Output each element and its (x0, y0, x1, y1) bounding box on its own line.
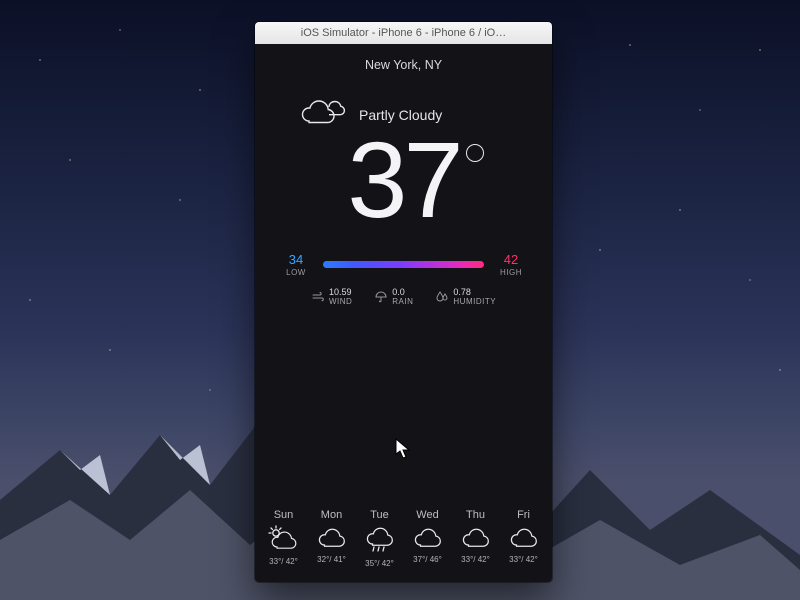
forecast-day[interactable]: Mon 32°/ 41° (311, 509, 353, 568)
cloud-icon (311, 525, 353, 549)
rain-icon (359, 525, 401, 553)
forecast-day-range: 35°/ 42° (359, 559, 401, 568)
forecast-row[interactable]: Sun 33°/ 42° Mon 32°/ 41° Tue 35°/ 42° Wed 37°/… (255, 509, 552, 568)
high-label: HIGH (494, 268, 528, 277)
cloud-icon (503, 525, 545, 549)
rain-value: 0.0 (392, 287, 405, 297)
rain-label: RAIN (392, 297, 413, 306)
forecast-day-range: 32°/ 41° (311, 555, 353, 564)
window-title: iOS Simulator - iPhone 6 - iPhone 6 / iO… (301, 27, 506, 39)
humidity-value: 0.78 (453, 287, 471, 297)
forecast-day-name: Mon (311, 509, 353, 521)
forecast-day-range: 33°/ 42° (503, 555, 545, 564)
range-high: 42 HIGH (494, 252, 528, 277)
umbrella-icon (374, 290, 388, 304)
forecast-day[interactable]: Thu 33°/ 42° (455, 509, 497, 568)
wind-icon (311, 290, 325, 304)
range-gradient-bar (323, 261, 484, 268)
partly-sunny-icon (263, 525, 305, 551)
forecast-day-range: 33°/ 42° (263, 557, 305, 566)
forecast-day-name: Thu (455, 509, 497, 521)
window-titlebar[interactable]: iOS Simulator - iPhone 6 - iPhone 6 / iO… (255, 22, 552, 45)
cloud-icon (407, 525, 449, 549)
low-label: LOW (279, 268, 313, 277)
degree-icon (466, 144, 484, 162)
forecast-day-range: 37°/ 46° (407, 555, 449, 564)
high-value: 42 (494, 252, 528, 267)
weather-app[interactable]: New York, NY Partly Cloudy 37 34 LOW 42 (255, 44, 552, 582)
forecast-day-name: Tue (359, 509, 401, 521)
cloud-icon (455, 525, 497, 549)
forecast-day[interactable]: Sun 33°/ 42° (263, 509, 305, 568)
metric-rain: 0.0RAIN (374, 287, 413, 307)
wind-value: 10.59 (329, 287, 352, 297)
forecast-day-range: 33°/ 42° (455, 555, 497, 564)
forecast-day[interactable]: Tue 35°/ 42° (359, 509, 401, 568)
droplet-icon (435, 290, 449, 304)
low-value: 34 (279, 252, 313, 267)
range-low: 34 LOW (279, 252, 313, 277)
metric-humidity: 0.78HUMIDITY (435, 287, 496, 307)
temperature-range: 34 LOW 42 HIGH (255, 252, 552, 277)
location-label: New York, NY (255, 44, 552, 72)
temperature-value: 37 (347, 119, 459, 240)
current-temperature: 37 (255, 126, 552, 234)
forecast-day-name: Fri (503, 509, 545, 521)
forecast-day[interactable]: Wed 37°/ 46° (407, 509, 449, 568)
forecast-day-name: Wed (407, 509, 449, 521)
simulator-window[interactable]: iOS Simulator - iPhone 6 - iPhone 6 / iO… (255, 22, 552, 582)
metrics-row: 10.59WIND 0.0RAIN 0.78HUMIDITY (255, 287, 552, 307)
forecast-day[interactable]: Fri 33°/ 42° (503, 509, 545, 568)
metric-wind: 10.59WIND (311, 287, 352, 307)
wind-label: WIND (329, 297, 352, 306)
humidity-label: HUMIDITY (453, 297, 496, 306)
forecast-day-name: Sun (263, 509, 305, 521)
